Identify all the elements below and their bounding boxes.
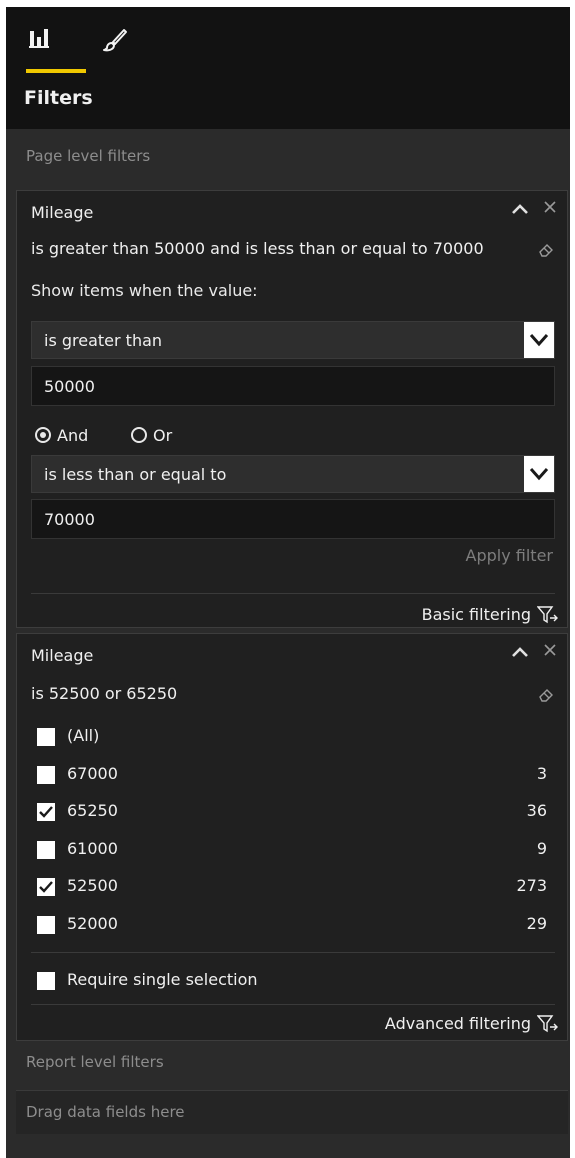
clear-filter-eraser-icon[interactable] (537, 686, 555, 704)
condition2-value-text: 70000 (44, 510, 95, 529)
advanced-filtering-link[interactable]: Advanced filtering (384, 1014, 558, 1033)
and-radio[interactable] (35, 427, 51, 443)
filter-switch-icon (537, 1015, 558, 1033)
item-count: 273 (516, 876, 547, 895)
item-count: 9 (536, 838, 547, 858)
filter-switch-icon (537, 606, 558, 624)
remove-filter-icon[interactable] (543, 640, 557, 662)
pane-title: Filters (24, 87, 93, 109)
item-label: 52500 (67, 876, 118, 895)
item-label: 61000 (67, 838, 118, 858)
condition2-operator-value: is less than or equal to (44, 465, 227, 484)
item-count: 3 (536, 763, 547, 783)
drop-zone-placeholder: Drag data fields here (26, 1103, 185, 1121)
item-checkbox[interactable] (37, 915, 55, 934)
checkbox-list-item[interactable]: 52500 273 (37, 876, 547, 898)
item-label: 67000 (67, 763, 118, 783)
logic-radio-group: And Or (35, 426, 235, 447)
condition1-operator-select[interactable]: is greater than (31, 321, 555, 359)
require-single-selection-row[interactable]: Require single selection (37, 970, 547, 992)
card-divider (31, 593, 555, 594)
and-radio-label: And (57, 426, 89, 445)
mileage-advanced-filter-card: Mileage is greater than 50000 and is les… (16, 190, 568, 628)
condition1-value-text: 50000 (44, 377, 95, 396)
advanced-filtering-label: Advanced filtering (384, 1014, 531, 1033)
item-checkbox[interactable] (37, 728, 55, 746)
active-tab-indicator (26, 69, 86, 73)
condition1-operator-value: is greater than (44, 331, 163, 350)
item-label: 52000 (67, 913, 118, 933)
chevron-down-icon[interactable] (524, 322, 554, 358)
checkbox-list-item[interactable]: 65250 36 (37, 801, 547, 823)
card-divider (31, 1004, 555, 1005)
pane-header: Filters (6, 7, 570, 129)
or-radio-label: Or (153, 426, 173, 445)
chevron-down-icon[interactable] (524, 456, 554, 492)
require-single-selection-label: Require single selection (67, 970, 258, 989)
clear-filter-eraser-icon[interactable] (537, 241, 555, 259)
checkbox-list-item[interactable]: (All) (37, 726, 547, 748)
remove-filter-icon[interactable] (543, 197, 557, 219)
card-divider (31, 952, 555, 953)
item-label: (All) (67, 726, 100, 745)
collapse-icon[interactable] (511, 642, 529, 663)
filter-field-name: Mileage (31, 646, 94, 665)
item-checkbox[interactable] (37, 765, 55, 784)
condition2-operator-select[interactable]: is less than or equal to (31, 455, 555, 493)
condition1-value-input[interactable]: 50000 (31, 366, 555, 406)
item-checkbox[interactable] (37, 878, 55, 896)
paintbrush-icon[interactable] (102, 27, 142, 67)
bar-chart-icon[interactable] (28, 27, 68, 67)
checkbox-list-item[interactable]: 52000 29 (37, 914, 547, 936)
item-count: 29 (526, 913, 547, 933)
apply-filter-button[interactable]: Apply filter (466, 546, 553, 565)
report-filter-drop-zone[interactable]: Drag data fields here (16, 1090, 568, 1134)
item-checkbox[interactable] (37, 840, 55, 859)
filter-summary: is 52500 or 65250 (31, 684, 178, 703)
page-level-filters-label: Page level filters (26, 147, 151, 165)
basic-filtering-link[interactable]: Basic filtering (421, 605, 558, 624)
checkbox-list-item[interactable]: 67000 3 (37, 764, 547, 786)
report-level-filters-label: Report level filters (26, 1053, 164, 1071)
item-count: 36 (526, 801, 547, 820)
filter-summary: is greater than 50000 and is less than o… (31, 239, 484, 258)
or-radio[interactable] (131, 427, 147, 443)
collapse-icon[interactable] (511, 199, 529, 220)
checkbox-list-item[interactable]: 61000 9 (37, 839, 547, 861)
filters-pane: Filters Page level filters Mileage is gr… (6, 7, 570, 1158)
filter-field-name: Mileage (31, 203, 94, 222)
basic-filtering-label: Basic filtering (421, 605, 531, 624)
condition2-value-input[interactable]: 70000 (31, 499, 555, 539)
mileage-basic-filter-card: Mileage is 52500 or 65250 (All) 67000 3 652… (16, 633, 568, 1041)
require-single-selection-checkbox[interactable] (37, 972, 55, 990)
show-items-label: Show items when the value: (31, 281, 258, 300)
item-label: 65250 (67, 801, 118, 820)
item-checkbox[interactable] (37, 803, 55, 821)
